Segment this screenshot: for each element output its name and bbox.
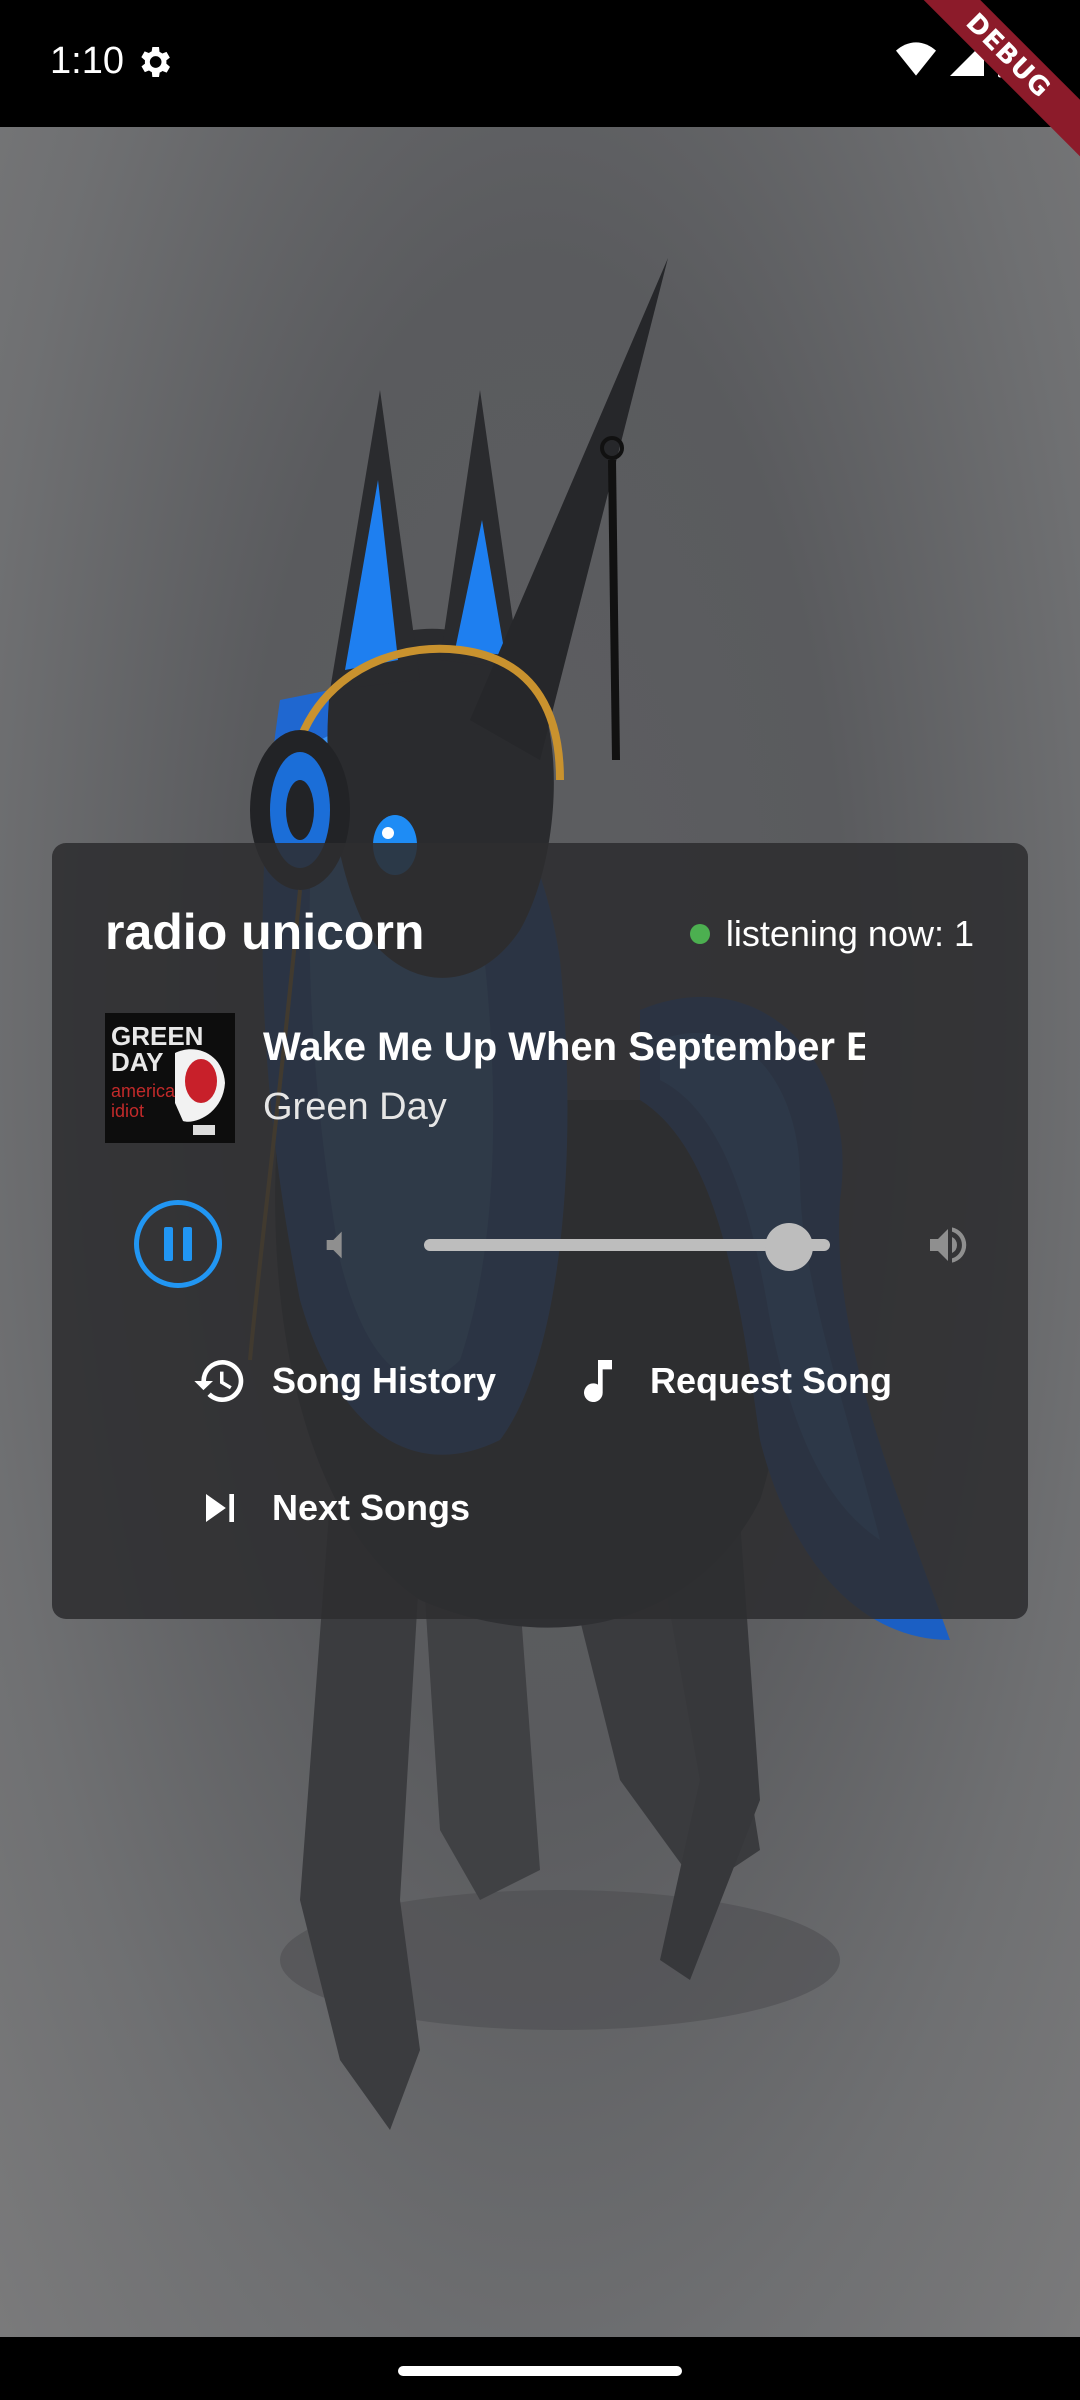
listener-count: listening now: 1: [689, 913, 974, 955]
next-songs-label: Next Songs: [272, 1487, 471, 1528]
status-time: 1:10: [50, 40, 124, 82]
album-art: GREEN DAY american idiot: [105, 1013, 235, 1143]
history-icon: [194, 1360, 244, 1402]
song-history-button[interactable]: Song History: [192, 1353, 496, 1409]
skip-next-icon: [206, 1494, 234, 1522]
music-note-icon: [584, 1360, 612, 1403]
volume-low-icon: [326, 1231, 342, 1259]
home-gesture-handle[interactable]: [398, 2366, 682, 2376]
next-songs-button[interactable]: Next Songs: [192, 1480, 470, 1536]
volume-slider-thumb[interactable]: [765, 1223, 814, 1271]
song-history-label: Song History: [272, 1360, 497, 1401]
pause-icon: [164, 1227, 192, 1261]
track-title: Wake Me Up When September Ends: [263, 1025, 865, 1069]
album-text-line3: american: [111, 1081, 185, 1101]
player-card: radio unicorn listening now: 1 GREEN DAY…: [52, 843, 1028, 1619]
station-title: radio unicorn: [105, 904, 425, 960]
status-bar: 1:10: [0, 0, 1080, 127]
album-cover-image: GREEN DAY american idiot: [105, 1013, 235, 1143]
album-text-line4: idiot: [111, 1101, 144, 1121]
wifi-icon: [896, 42, 936, 76]
live-indicator-dot: [689, 924, 710, 944]
volume-slider[interactable]: [424, 1223, 830, 1271]
track-artist: Green Day: [263, 1086, 447, 1128]
request-song-button[interactable]: Request Song: [570, 1353, 892, 1409]
gear-icon: [141, 47, 170, 77]
listener-count-text: listening now: 1: [725, 913, 974, 954]
album-text-line2: DAY: [111, 1047, 164, 1077]
volume-high-icon: [930, 1227, 967, 1263]
pause-button[interactable]: [134, 1200, 222, 1288]
request-song-label: Request Song: [650, 1360, 893, 1401]
